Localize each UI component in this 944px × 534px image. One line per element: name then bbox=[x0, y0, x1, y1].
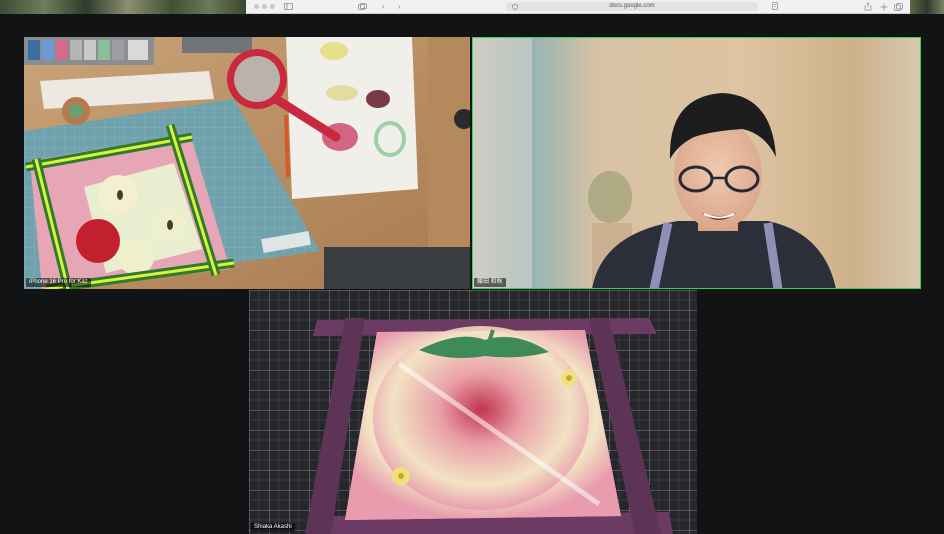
participant-name-label: Shiaka Akashi bbox=[251, 523, 295, 532]
video-tile-speaker[interactable]: 藤田 和秋 bbox=[472, 37, 921, 289]
participant-name-label: iPhone 16 Pro for Kaz bbox=[26, 278, 91, 287]
shared-screen-strip: ‹ › docs.google.com bbox=[0, 0, 944, 14]
video-tile-artwork[interactable]: Shiaka Akashi bbox=[249, 290, 697, 534]
video-feed-artwork bbox=[249, 290, 697, 534]
close-window-button[interactable] bbox=[254, 4, 259, 9]
new-tab-icon[interactable] bbox=[880, 3, 888, 11]
video-feed-desk bbox=[24, 37, 470, 289]
share-icon[interactable] bbox=[864, 2, 872, 11]
address-bar[interactable]: docs.google.com bbox=[506, 2, 758, 11]
browser-toolbar: ‹ › docs.google.com bbox=[246, 0, 910, 14]
sidebar-icon[interactable] bbox=[284, 3, 293, 10]
back-button[interactable]: ‹ bbox=[382, 0, 385, 13]
reader-icon[interactable] bbox=[771, 2, 779, 10]
video-feed-speaker bbox=[472, 37, 921, 289]
zoom-window-button[interactable] bbox=[270, 4, 275, 9]
minimize-window-button[interactable] bbox=[262, 4, 267, 9]
desktop-wallpaper bbox=[0, 0, 246, 14]
participant-name-label: 藤田 和秋 bbox=[474, 278, 506, 287]
url-text: docs.google.com bbox=[609, 3, 655, 9]
desktop-wallpaper-right bbox=[910, 0, 944, 14]
forward-button[interactable]: › bbox=[398, 0, 401, 13]
tabs-icon[interactable] bbox=[358, 3, 367, 10]
video-tile-iphone[interactable]: iPhone 16 Pro for Kaz bbox=[24, 37, 470, 289]
tab-overview-icon[interactable] bbox=[894, 2, 903, 11]
